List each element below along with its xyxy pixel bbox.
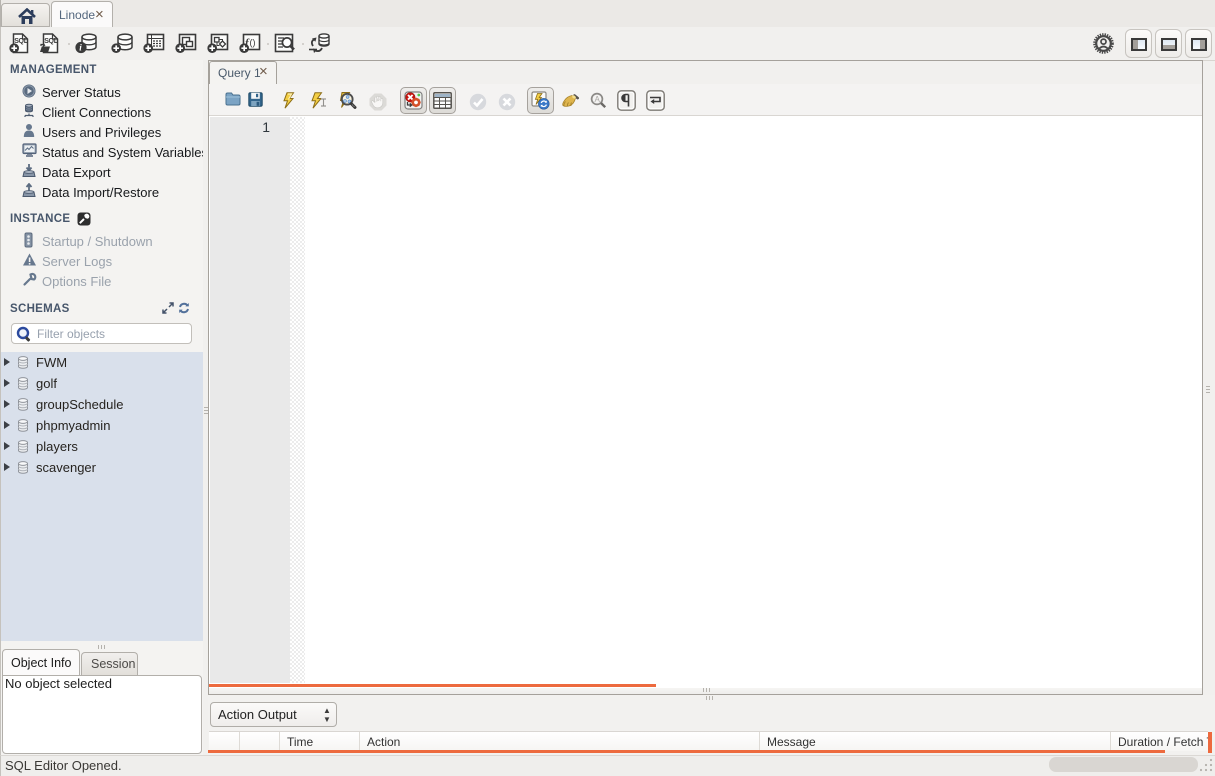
svg-text:SQL: SQL	[44, 38, 59, 45]
svg-text:SQL: SQL	[14, 38, 29, 45]
svg-text:A: A	[595, 95, 601, 104]
svg-text:(): ()	[250, 38, 256, 48]
